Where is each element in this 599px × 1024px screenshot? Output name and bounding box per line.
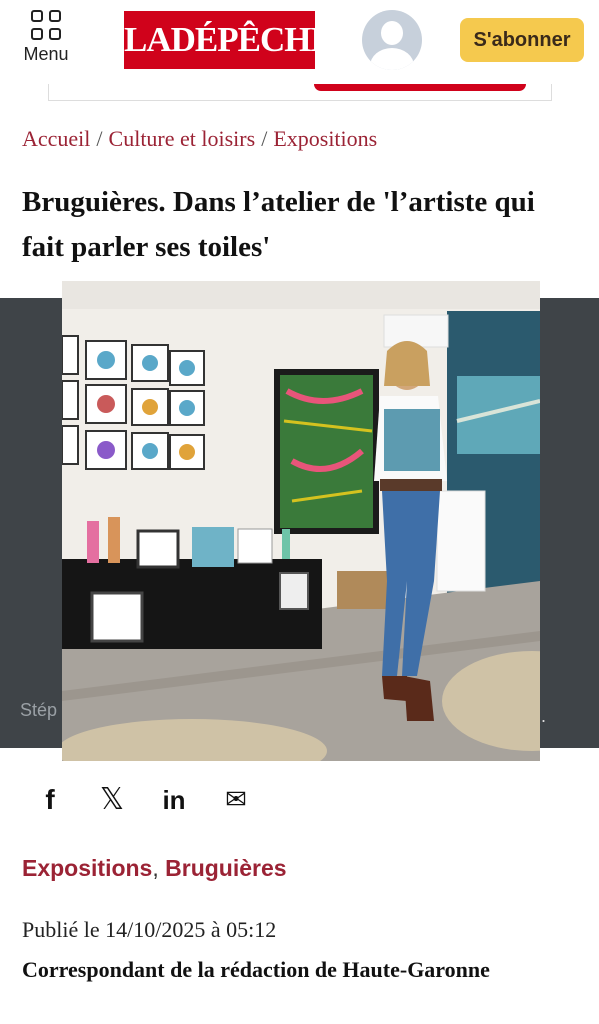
linkedin-icon[interactable]: in: [156, 782, 192, 818]
menu-grid-icon: [29, 8, 63, 42]
breadcrumb-culture[interactable]: Culture et loisirs: [109, 126, 256, 151]
article-title: Bruguières. Dans l’atelier de 'l’artiste…: [22, 186, 535, 263]
menu-button[interactable]: Menu: [16, 6, 76, 68]
subscribe-button[interactable]: S'abonner: [460, 18, 584, 62]
tag-expositions[interactable]: Expositions: [22, 855, 152, 881]
account-avatar-icon[interactable]: [362, 10, 422, 70]
photo-caption: Stép: [20, 700, 58, 720]
facebook-icon[interactable]: f: [38, 782, 62, 818]
breadcrumb: Accueil / Culture et loisirs / Expositions: [22, 126, 378, 151]
site-header: Menu LADÉPÊCHE S'abonner: [0, 0, 599, 84]
ad-banner[interactable]: [48, 84, 552, 101]
email-icon[interactable]: ✉: [218, 782, 254, 818]
breadcrumb-home[interactable]: Accueil: [22, 126, 90, 151]
published-date: Publié le 14/10/2025 à 05:12: [22, 917, 277, 942]
article-tags: Expositions, Bruguières: [22, 855, 287, 881]
menu-label: Menu: [23, 44, 69, 64]
tag-bruguieres[interactable]: Bruguières: [165, 855, 286, 881]
x-icon[interactable]: 𝕏: [94, 782, 130, 818]
photo-caption-end: .: [541, 706, 547, 726]
article-photo[interactable]: [62, 281, 540, 761]
site-logo[interactable]: LADÉPÊCHE: [124, 11, 334, 69]
breadcrumb-expositions[interactable]: Expositions: [273, 126, 377, 151]
article-author: Correspondant de la rédaction de Haute-G…: [22, 957, 490, 982]
